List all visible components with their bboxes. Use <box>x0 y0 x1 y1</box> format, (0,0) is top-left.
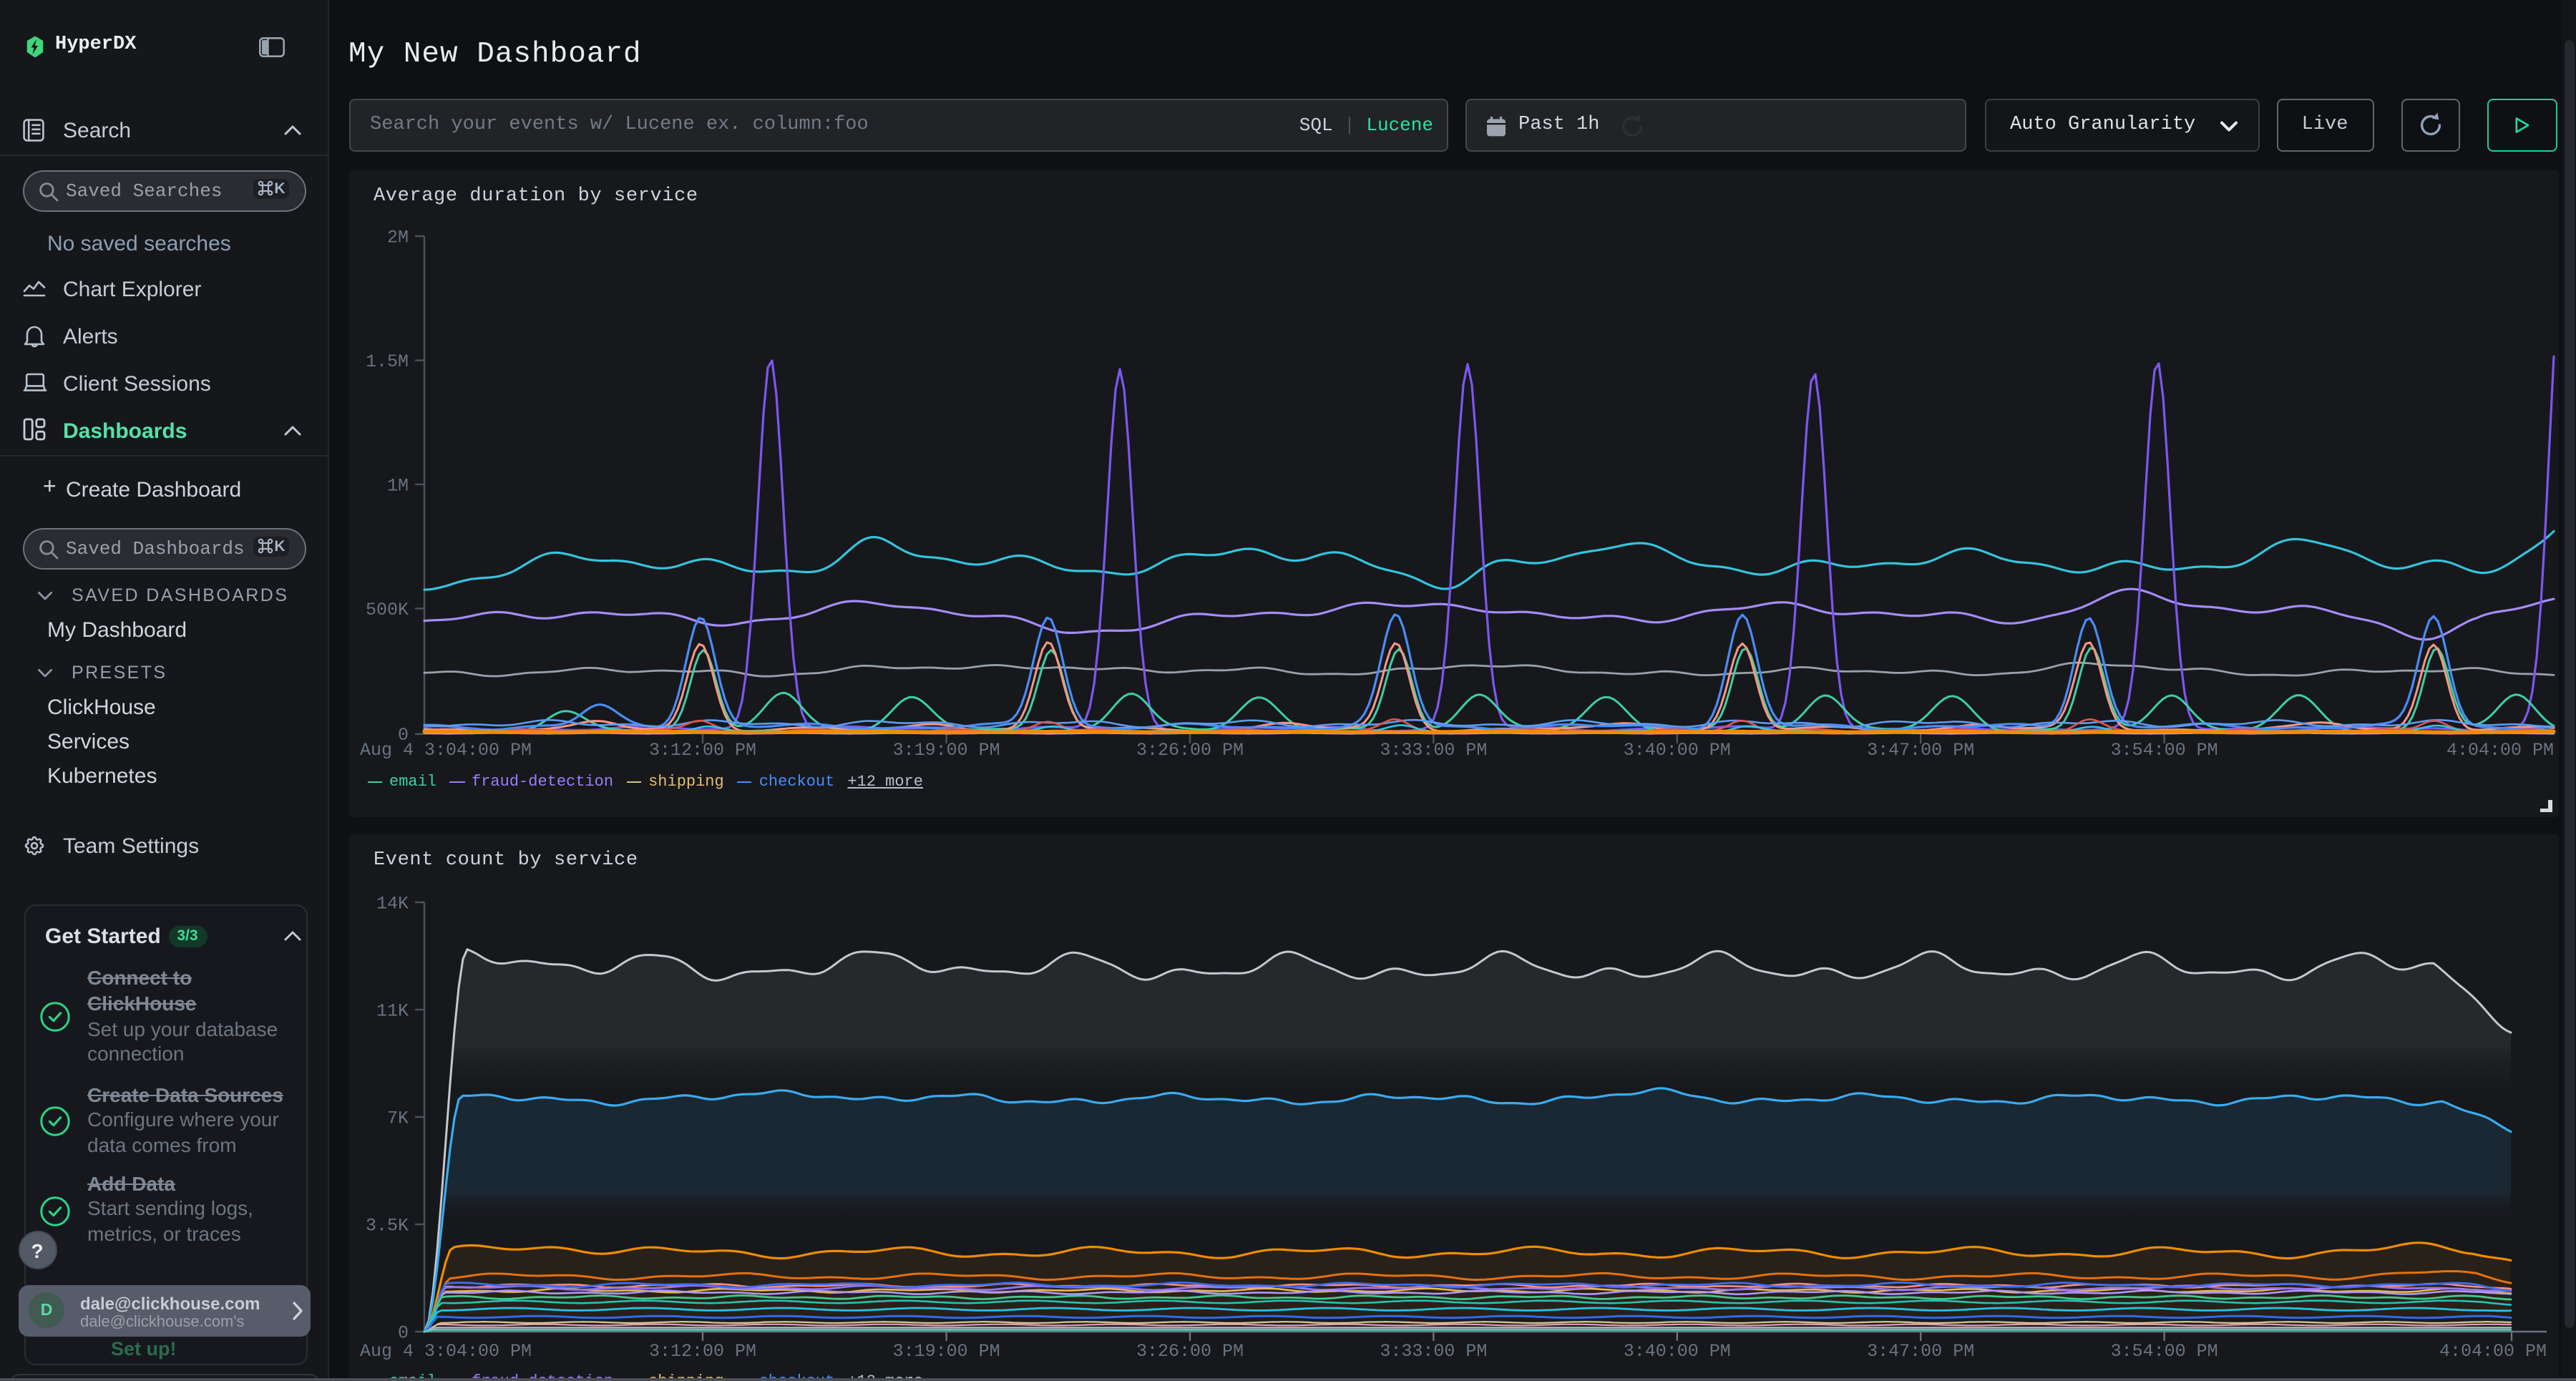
svg-text:3:19:00 PM: 3:19:00 PM <box>892 740 1000 761</box>
svg-text:7K: 7K <box>386 1108 408 1128</box>
svg-text:3.5K: 3.5K <box>365 1215 408 1236</box>
svg-text:Aug 4 3:04:00 PM: Aug 4 3:04:00 PM <box>359 1341 531 1362</box>
svg-text:3:12:00 PM: 3:12:00 PM <box>648 740 756 761</box>
svg-text:3:47:00 PM: 3:47:00 PM <box>1866 1341 1974 1362</box>
svg-text:3:54:00 PM: 3:54:00 PM <box>2110 740 2218 761</box>
svg-text:3:40:00 PM: 3:40:00 PM <box>1623 1341 1730 1362</box>
svg-text:2M: 2M <box>386 227 408 248</box>
svg-text:3:47:00 PM: 3:47:00 PM <box>1866 740 1974 761</box>
svg-text:3:19:00 PM: 3:19:00 PM <box>892 1341 1000 1362</box>
svg-text:3:33:00 PM: 3:33:00 PM <box>1379 740 1486 761</box>
svg-text:Aug 4 3:04:00 PM: Aug 4 3:04:00 PM <box>359 740 531 761</box>
svg-text:1.5M: 1.5M <box>365 351 408 372</box>
svg-text:4:04:00 PM: 4:04:00 PM <box>2446 740 2553 761</box>
svg-text:11K: 11K <box>376 1000 408 1021</box>
svg-text:3:12:00 PM: 3:12:00 PM <box>648 1341 756 1362</box>
svg-text:3:26:00 PM: 3:26:00 PM <box>1136 740 1243 761</box>
svg-text:4:04:00 PM: 4:04:00 PM <box>2439 1341 2546 1362</box>
svg-text:14K: 14K <box>376 893 408 914</box>
svg-text:3:33:00 PM: 3:33:00 PM <box>1379 1341 1486 1362</box>
svg-text:3:40:00 PM: 3:40:00 PM <box>1623 740 1730 761</box>
svg-text:3:26:00 PM: 3:26:00 PM <box>1136 1341 1243 1362</box>
svg-text:500K: 500K <box>365 600 408 620</box>
svg-text:1M: 1M <box>386 475 408 496</box>
svg-text:3:54:00 PM: 3:54:00 PM <box>2110 1341 2218 1362</box>
